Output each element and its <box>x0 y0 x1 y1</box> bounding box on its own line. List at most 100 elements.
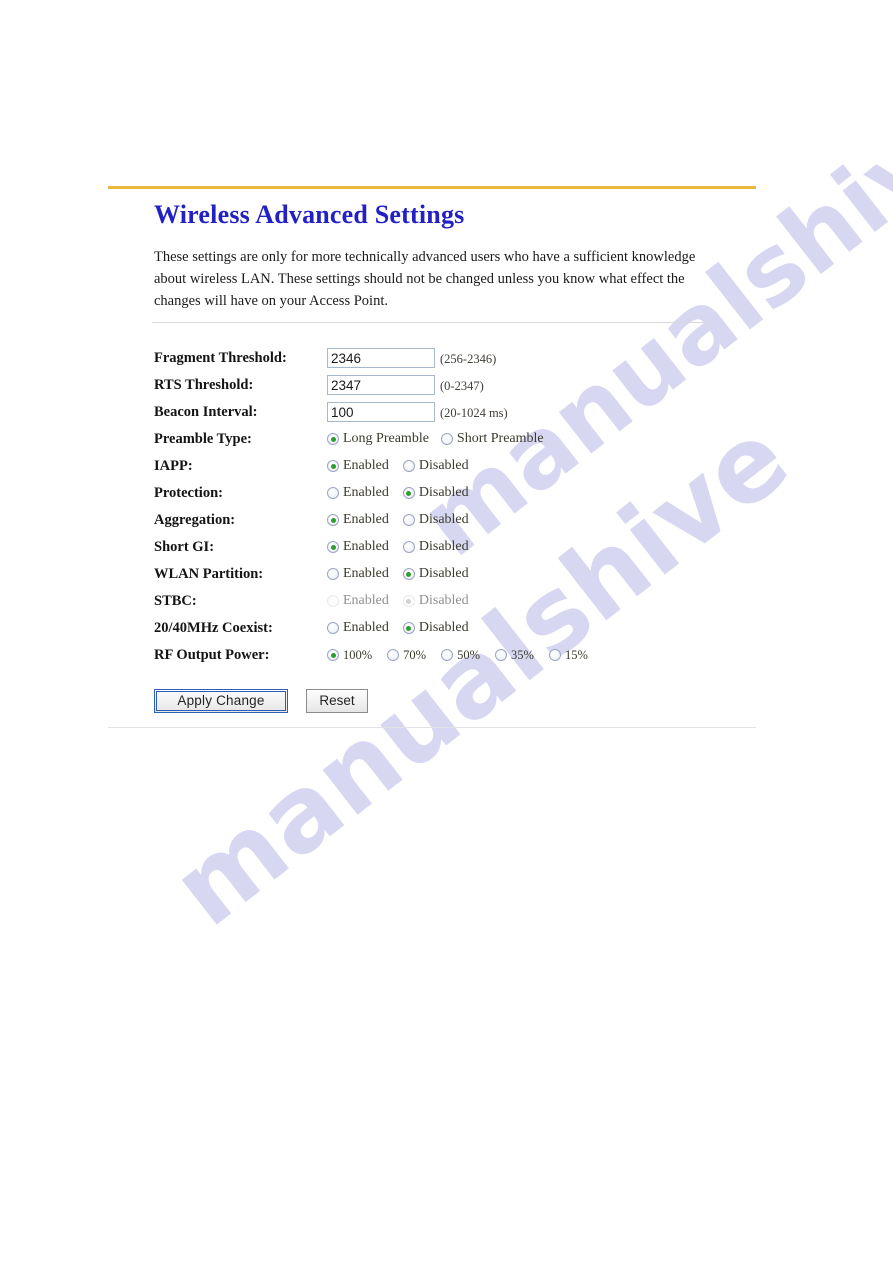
wlan-partition-label: WLAN Partition: <box>154 565 264 582</box>
rf-output-power-option-3-label: 35% <box>511 647 534 662</box>
wlan-partition-option-1-label: Disabled <box>418 566 469 582</box>
form-row-wlan-partition: WLAN Partition: Enabled Disabled <box>154 561 756 588</box>
rf-output-power-option-4[interactable]: 15% <box>548 647 588 663</box>
rf-output-power-option-1[interactable]: 70% <box>387 648 426 663</box>
form-row-iapp: IAPP: Enabled Disabled <box>154 453 756 480</box>
radio-button-icon[interactable] <box>495 649 508 662</box>
iapp-radio-group: Enabled Disabled <box>327 458 469 474</box>
page-description: These settings are only for more technic… <box>154 248 696 309</box>
radio-button-icon[interactable] <box>327 595 339 608</box>
form-row-protection: Protection: Enabled Disabled <box>154 480 756 507</box>
wlan-partition-radio-group: Enabled Disabled <box>327 566 469 582</box>
coexist-20-40mhz-option-0[interactable]: Enabled <box>327 620 389 636</box>
form-row-stbc: STBC: Enabled Disabled <box>154 588 756 615</box>
beacon-interval-control: (20-1024 ms) <box>327 402 756 423</box>
aggregation-label: Aggregation: <box>154 511 236 528</box>
rts-threshold-input[interactable] <box>327 375 435 396</box>
short-gi-option-1-label: Disabled <box>418 539 469 555</box>
radio-button-icon[interactable] <box>402 595 415 608</box>
stbc-option-0[interactable]: Enabled <box>327 593 389 609</box>
coexist-20-40mhz-option-1[interactable]: Disabled <box>402 620 469 636</box>
beacon-interval-label: Beacon Interval: <box>154 403 258 420</box>
radio-button-icon[interactable] <box>441 649 454 662</box>
coexist-20-40mhz-option-0-label: Enabled <box>343 620 389 636</box>
iapp-label: IAPP: <box>154 457 193 474</box>
fragment-threshold-range-hint: (256-2346) <box>440 352 497 367</box>
protection-radio-group: Enabled Disabled <box>327 485 469 501</box>
radio-button-icon[interactable] <box>402 622 415 635</box>
wlan-partition-option-0-label: Enabled <box>343 566 389 582</box>
form-row-aggregation: Aggregation: Enabled Disabled <box>154 507 756 534</box>
iapp-option-1[interactable]: Disabled <box>402 458 469 474</box>
rf-output-power-option-4-label: 15% <box>564 647 588 662</box>
preamble-type-label: Preamble Type: <box>154 430 252 447</box>
rf-output-power-control: 100% 70% 50% 35% 15% <box>327 648 756 663</box>
protection-option-0[interactable]: Enabled <box>327 485 389 501</box>
radio-button-icon[interactable] <box>402 487 415 500</box>
form-row-rts-threshold: RTS Threshold: (0-2347) <box>154 372 756 399</box>
rf-output-power-option-0[interactable]: 100% <box>327 648 372 663</box>
wlan-partition-option-0[interactable]: Enabled <box>327 566 389 582</box>
radio-button-icon[interactable] <box>402 541 415 554</box>
iapp-option-0-label: Enabled <box>343 458 389 474</box>
protection-option-1[interactable]: Disabled <box>402 485 469 501</box>
aggregation-option-0[interactable]: Enabled <box>327 512 389 528</box>
radio-button-icon[interactable] <box>327 460 339 473</box>
beacon-interval-input[interactable] <box>327 402 435 423</box>
fragment-threshold-label: Fragment Threshold: <box>154 349 287 366</box>
apply-change-button[interactable]: Apply Change <box>154 688 288 713</box>
radio-button-icon[interactable] <box>327 541 339 554</box>
rf-output-power-option-3[interactable]: 35% <box>495 648 534 663</box>
form-row-preamble-type: Preamble Type: Long Preamble Short Preambl… <box>154 426 756 453</box>
coexist-20-40mhz-option-1-label: Disabled <box>418 620 469 636</box>
radio-button-icon[interactable] <box>327 433 339 446</box>
radio-button-icon[interactable] <box>402 514 415 527</box>
radio-button-icon[interactable] <box>402 460 415 473</box>
radio-button-icon[interactable] <box>387 649 400 662</box>
coexist-20-40mhz-control: Enabled Disabled <box>327 620 756 636</box>
protection-control: Enabled Disabled <box>327 485 756 501</box>
protection-option-1-label: Disabled <box>418 485 469 501</box>
page-title: Wireless Advanced Settings <box>154 200 465 229</box>
wireless-advanced-settings-form: Fragment Threshold: (256-2346) RTS Thresho… <box>108 323 756 669</box>
rf-output-power-label: RF Output Power: <box>154 646 270 663</box>
aggregation-control: Enabled Disabled <box>327 512 756 528</box>
stbc-option-1[interactable]: Disabled <box>402 593 469 609</box>
rts-threshold-control: (0-2347) <box>327 375 756 396</box>
iapp-control: Enabled Disabled <box>327 458 756 474</box>
aggregation-option-1[interactable]: Disabled <box>402 512 469 528</box>
form-row-coexist-20-40mhz: 20/40MHz Coexist: Enabled Disabled <box>154 615 756 642</box>
coexist-20-40mhz-radio-group: Enabled Disabled <box>327 620 469 636</box>
radio-button-icon[interactable] <box>548 649 561 662</box>
rts-threshold-range-hint: (0-2347) <box>440 379 484 394</box>
stbc-radio-group: Enabled Disabled <box>327 593 469 609</box>
wlan-partition-option-1[interactable]: Disabled <box>402 566 469 582</box>
rf-output-power-option-2[interactable]: 50% <box>441 648 480 663</box>
preamble-type-option-0[interactable]: Long Preamble <box>327 431 429 447</box>
radio-button-icon[interactable] <box>327 622 339 635</box>
iapp-option-1-label: Disabled <box>418 458 469 474</box>
fragment-threshold-control: (256-2346) <box>327 348 756 369</box>
protection-label: Protection: <box>154 484 223 501</box>
radio-button-icon[interactable] <box>327 649 339 662</box>
iapp-option-0[interactable]: Enabled <box>327 458 389 474</box>
rf-output-power-radio-group: 100% 70% 50% 35% 15% <box>327 648 603 663</box>
short-gi-option-0-label: Enabled <box>343 539 389 555</box>
settings-panel: Wireless Advanced Settings These setting… <box>108 189 756 728</box>
radio-button-icon[interactable] <box>327 568 339 581</box>
short-gi-label: Short GI: <box>154 538 215 555</box>
radio-button-icon[interactable] <box>440 433 453 446</box>
fragment-threshold-input[interactable] <box>327 348 435 369</box>
reset-button[interactable]: Reset <box>306 688 368 713</box>
preamble-type-option-1[interactable]: Short Preamble <box>440 431 544 447</box>
short-gi-option-1[interactable]: Disabled <box>402 539 469 555</box>
aggregation-radio-group: Enabled Disabled <box>327 512 469 528</box>
radio-button-icon[interactable] <box>402 568 415 581</box>
rts-threshold-label: RTS Threshold: <box>154 376 254 393</box>
button-bar: Apply Change Reset <box>108 669 756 713</box>
radio-button-icon[interactable] <box>327 514 339 527</box>
short-gi-option-0[interactable]: Enabled <box>327 539 389 555</box>
rf-output-power-option-2-label: 50% <box>457 647 481 662</box>
radio-button-icon[interactable] <box>327 487 339 500</box>
form-row-fragment-threshold: Fragment Threshold: (256-2346) <box>154 345 756 372</box>
